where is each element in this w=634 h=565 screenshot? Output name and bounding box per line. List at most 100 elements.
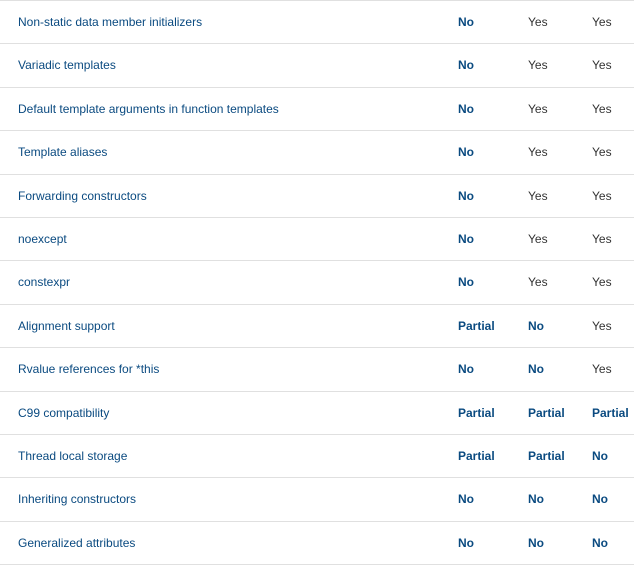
a-status-link[interactable]: No: [458, 102, 474, 116]
feature-cell: Non-static data member initializers: [0, 1, 440, 44]
b-status-link[interactable]: Partial: [528, 449, 565, 463]
b-status: Yes: [510, 1, 574, 44]
c-status-text: Yes: [592, 102, 612, 116]
feature-cell: Template aliases: [0, 131, 440, 174]
a-status-link[interactable]: No: [458, 15, 474, 29]
table-row: Alignment support Partial No Yes: [0, 304, 634, 347]
b-status-text: Yes: [528, 275, 548, 289]
c-status-text: Yes: [592, 15, 612, 29]
feature-link[interactable]: Thread local storage: [18, 449, 127, 463]
table-row: noexcept No Yes Yes: [0, 217, 634, 260]
a-status-link[interactable]: No: [458, 232, 474, 246]
feature-link[interactable]: Variadic templates: [18, 58, 116, 72]
feature-cell: Forwarding constructors: [0, 174, 440, 217]
b-status-text: Yes: [528, 102, 548, 116]
feature-link[interactable]: Template aliases: [18, 145, 107, 159]
b-status: Yes: [510, 44, 574, 87]
b-status-text: Yes: [528, 15, 548, 29]
feature-link[interactable]: Alignment support: [18, 319, 115, 333]
c-status: Yes: [574, 131, 634, 174]
b-status: No: [510, 521, 574, 564]
c-status: Yes: [574, 304, 634, 347]
a-status-link[interactable]: No: [458, 362, 474, 376]
feature-link[interactable]: C99 compatibility: [18, 406, 109, 420]
b-status-link[interactable]: No: [528, 492, 544, 506]
b-status: No: [510, 304, 574, 347]
c-status: No: [574, 434, 634, 477]
table-row: Inheriting constructors No No No: [0, 478, 634, 521]
a-status-link[interactable]: No: [458, 189, 474, 203]
feature-link[interactable]: Non-static data member initializers: [18, 15, 202, 29]
c-status: Yes: [574, 261, 634, 304]
feature-cell: Inheriting constructors: [0, 478, 440, 521]
a-status-link[interactable]: Partial: [458, 406, 495, 420]
table-row: Rvalue references for *this No No Yes: [0, 348, 634, 391]
c-status: No: [574, 478, 634, 521]
feature-link[interactable]: Generalized attributes: [18, 536, 135, 550]
b-status-text: Yes: [528, 232, 548, 246]
feature-cell: noexcept: [0, 217, 440, 260]
a-status-link[interactable]: No: [458, 145, 474, 159]
c-status-link[interactable]: Partial: [592, 406, 629, 420]
c-status-link[interactable]: No: [592, 536, 608, 550]
feature-cell: C99 compatibility: [0, 391, 440, 434]
a-status-link[interactable]: No: [458, 275, 474, 289]
feature-cell: Generalized attributes: [0, 521, 440, 564]
feature-link[interactable]: Forwarding constructors: [18, 189, 147, 203]
a-status-link[interactable]: Partial: [458, 319, 495, 333]
b-status: Yes: [510, 217, 574, 260]
a-status: No: [440, 174, 510, 217]
feature-cell: Alignment support: [0, 304, 440, 347]
b-status: Yes: [510, 174, 574, 217]
a-status: Partial: [440, 304, 510, 347]
b-status: Partial: [510, 434, 574, 477]
b-status: Yes: [510, 261, 574, 304]
table-row: C99 compatibility Partial Partial Partial: [0, 391, 634, 434]
a-status: Partial: [440, 391, 510, 434]
c-status-text: Yes: [592, 145, 612, 159]
c-status-text: Yes: [592, 232, 612, 246]
feature-cell: Variadic templates: [0, 44, 440, 87]
a-status-link[interactable]: No: [458, 536, 474, 550]
c-status: Yes: [574, 348, 634, 391]
c-status-link[interactable]: No: [592, 449, 608, 463]
feature-cell: Default template arguments in function t…: [0, 87, 440, 130]
table-row: Forwarding constructors No Yes Yes: [0, 174, 634, 217]
table-row: Template aliases No Yes Yes: [0, 131, 634, 174]
c-status-text: Yes: [592, 319, 612, 333]
b-status: No: [510, 348, 574, 391]
table-row: Default template arguments in function t…: [0, 87, 634, 130]
c-status-link[interactable]: No: [592, 492, 608, 506]
b-status: Yes: [510, 87, 574, 130]
b-status: Yes: [510, 131, 574, 174]
a-status: No: [440, 44, 510, 87]
a-status-link[interactable]: Partial: [458, 449, 495, 463]
feature-cell: Thread local storage: [0, 434, 440, 477]
c-status: Yes: [574, 174, 634, 217]
feature-link[interactable]: noexcept: [18, 232, 67, 246]
b-status-text: Yes: [528, 145, 548, 159]
feature-link[interactable]: constexpr: [18, 275, 70, 289]
c-status: Yes: [574, 1, 634, 44]
table-row: constexpr No Yes Yes: [0, 261, 634, 304]
b-status-link[interactable]: No: [528, 319, 544, 333]
c-status-text: Yes: [592, 362, 612, 376]
b-status-link[interactable]: No: [528, 536, 544, 550]
feature-cell: Rvalue references for *this: [0, 348, 440, 391]
feature-link[interactable]: Rvalue references for *this: [18, 362, 159, 376]
a-status: Partial: [440, 434, 510, 477]
b-status-link[interactable]: Partial: [528, 406, 565, 420]
a-status: No: [440, 87, 510, 130]
b-status-link[interactable]: No: [528, 362, 544, 376]
c-status: Partial: [574, 391, 634, 434]
a-status: No: [440, 478, 510, 521]
feature-link[interactable]: Default template arguments in function t…: [18, 102, 279, 116]
feature-support-table: Non-static data member initializers No Yes…: [0, 0, 634, 565]
table-row: Generalized attributes No No No: [0, 521, 634, 564]
a-status-link[interactable]: No: [458, 492, 474, 506]
a-status: No: [440, 1, 510, 44]
a-status: No: [440, 261, 510, 304]
feature-link[interactable]: Inheriting constructors: [18, 492, 136, 506]
a-status-link[interactable]: No: [458, 58, 474, 72]
b-status-text: Yes: [528, 189, 548, 203]
